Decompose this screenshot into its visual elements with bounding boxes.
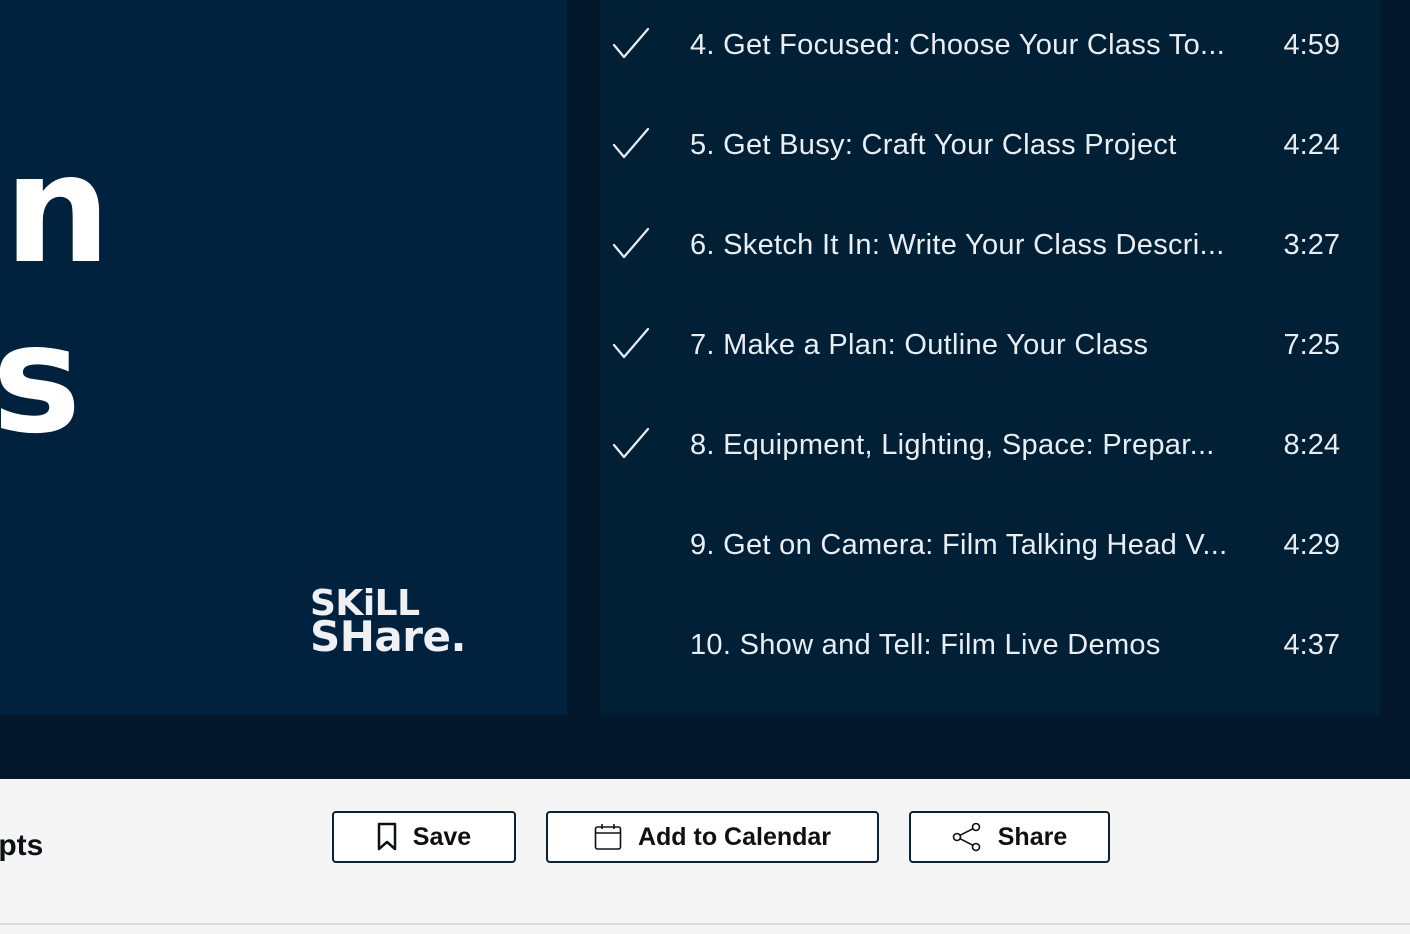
bookmark-icon: [377, 822, 397, 851]
add-to-calendar-button[interactable]: Add to Calendar: [546, 811, 879, 863]
lesson-title: 6. Sketch It In: Write Your Class Descri…: [690, 229, 1225, 261]
share-label: Share: [997, 822, 1068, 851]
lesson-row[interactable]: 8. Equipment, Lighting, Space: Prepar...…: [600, 415, 1380, 475]
lesson-row[interactable]: 6. Sketch It In: Write Your Class Descri…: [600, 215, 1380, 275]
video-player: n s SKiLL SHare. 4. Get Focused: Choose …: [0, 0, 1410, 779]
lesson-duration: 4:29: [1283, 529, 1340, 561]
lesson-row[interactable]: 9. Get on Camera: Film Talking Head V...…: [600, 515, 1380, 575]
lesson-row[interactable]: 5. Get Busy: Craft Your Class Project 4:2…: [600, 115, 1380, 175]
share-icon: [952, 822, 981, 852]
video-title-letter: n: [4, 123, 111, 297]
lesson-list: 4. Get Focused: Choose Your Class To... 4…: [600, 0, 1380, 715]
skillshare-logo: SKiLL SHare.: [310, 585, 466, 662]
lesson-title: 7. Make a Plan: Outline Your Class: [690, 329, 1149, 361]
action-toolbar: ipts Save Add to Calendar Share: [0, 779, 1410, 925]
tab-transcripts[interactable]: ipts: [0, 829, 43, 863]
share-button[interactable]: Share: [909, 811, 1110, 863]
lesson-row[interactable]: 7. Make a Plan: Outline Your Class 7:25: [600, 315, 1380, 375]
lesson-row[interactable]: 10. Show and Tell: Film Live Demos 4:37: [600, 615, 1380, 675]
lesson-duration: 7:25: [1283, 329, 1340, 361]
checkmark-icon: [612, 127, 650, 159]
checkmark-icon: [612, 27, 650, 59]
checkmark-icon: [612, 427, 650, 459]
lesson-title: 8. Equipment, Lighting, Space: Prepar...: [690, 429, 1215, 461]
save-label: Save: [412, 822, 472, 851]
lesson-row[interactable]: 4. Get Focused: Choose Your Class To... 4…: [600, 15, 1380, 75]
lesson-duration: 4:59: [1283, 29, 1340, 61]
calendar-icon: [594, 824, 622, 850]
checkmark-icon: [612, 327, 650, 359]
checkmark-icon: [612, 227, 650, 259]
calendar-label: Add to Calendar: [637, 822, 832, 851]
lesson-duration: 8:24: [1283, 429, 1340, 461]
save-button[interactable]: Save: [332, 811, 516, 863]
video-frame[interactable]: n s SKiLL SHare.: [0, 0, 567, 715]
video-title-letter: s: [0, 293, 82, 467]
lesson-duration: 3:27: [1283, 229, 1340, 261]
lesson-title: 5. Get Busy: Craft Your Class Project: [690, 129, 1177, 161]
lesson-title: 9. Get on Camera: Film Talking Head V...: [690, 529, 1228, 561]
lesson-title: 10. Show and Tell: Film Live Demos: [690, 629, 1161, 661]
lesson-duration: 4:24: [1283, 129, 1340, 161]
lesson-title: 4. Get Focused: Choose Your Class To...: [690, 29, 1226, 61]
logo-line-2: SHare.: [310, 612, 466, 662]
lesson-duration: 4:37: [1283, 629, 1340, 661]
